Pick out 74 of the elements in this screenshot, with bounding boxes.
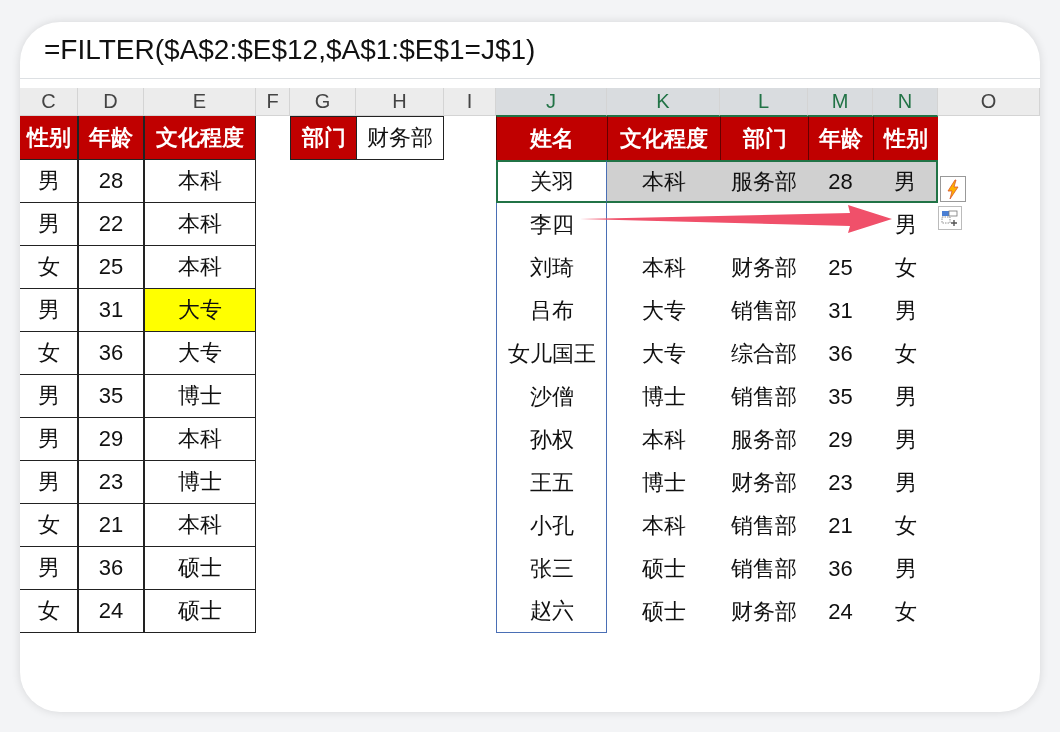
table-cell: 李四 — [496, 203, 607, 246]
table-cell: 男 — [20, 375, 78, 418]
table-cell: 吕布 — [496, 289, 607, 332]
column-header[interactable]: L — [720, 88, 808, 116]
column-header[interactable]: M — [808, 88, 873, 116]
header-cell: 年龄 — [808, 116, 873, 160]
column-header[interactable]: K — [607, 88, 720, 116]
table-cell: 大专 — [144, 332, 256, 375]
table-cell: 大专 — [144, 289, 256, 332]
table-cell: 35 — [78, 375, 144, 418]
column-header[interactable]: E — [144, 88, 256, 116]
table-cell: 服务部 — [720, 160, 808, 203]
table-cell: 张三 — [496, 547, 607, 590]
formula-bar[interactable]: =FILTER($A$2:$E$12,$A$1:$E$1=J$1) — [20, 22, 1040, 79]
criteria-label: 部门 — [290, 116, 356, 160]
table-cell: 孙权 — [496, 418, 607, 461]
column-header[interactable]: H — [356, 88, 444, 116]
table-cell: 本科 — [144, 246, 256, 289]
header-cell: 文化程度 — [607, 116, 720, 160]
header-cell: 性别 — [20, 116, 78, 160]
table-cell: 28 — [78, 160, 144, 203]
table-cell: 男 — [20, 203, 78, 246]
criteria-value: 财务部 — [356, 116, 444, 160]
table-cell: 刘琦 — [496, 246, 607, 289]
table-cell: 28 — [808, 160, 873, 203]
table-cell: 女 — [20, 332, 78, 375]
table-cell: 31 — [78, 289, 144, 332]
flash-fill-icon[interactable] — [940, 176, 966, 202]
table-cell: 博士 — [144, 461, 256, 504]
column-header[interactable]: D — [78, 88, 144, 116]
paste-options-icon[interactable] — [938, 206, 962, 230]
table-cell: 36 — [78, 547, 144, 590]
table-cell: 女儿国王 — [496, 332, 607, 375]
header-cell: 部门 — [720, 116, 808, 160]
table-cell: 女 — [20, 246, 78, 289]
table-cell: 36 — [78, 332, 144, 375]
column-header[interactable]: O — [938, 88, 1040, 116]
table-cell: 本科 — [144, 504, 256, 547]
table-cell: 本科 — [144, 203, 256, 246]
table-cell: 男 — [20, 547, 78, 590]
table-cell: 王五 — [496, 461, 607, 504]
table-cell: 硕士 — [144, 590, 256, 633]
column-header[interactable]: G — [290, 88, 356, 116]
table-cell: 本科 — [144, 160, 256, 203]
table-cell: 23 — [78, 461, 144, 504]
table-cell: 男 — [873, 160, 938, 203]
column-header[interactable]: J — [496, 88, 607, 116]
table-cell: 29 — [78, 418, 144, 461]
table-cell: 关羽 — [496, 160, 607, 203]
table-cell: 男 — [20, 160, 78, 203]
table-cell: 女 — [20, 504, 78, 547]
table-cell: 小孔 — [496, 504, 607, 547]
table-cell: 24 — [78, 590, 144, 633]
table-cell: 本科 — [607, 160, 720, 203]
column-header[interactable]: F — [256, 88, 290, 116]
column-header[interactable]: I — [444, 88, 496, 116]
table-cell: 男 — [20, 461, 78, 504]
table-cell: 本科 — [144, 418, 256, 461]
header-cell: 性别 — [873, 116, 938, 160]
column-header[interactable]: C — [20, 88, 78, 116]
table-cell: 硕士 — [144, 547, 256, 590]
table-cell: 21 — [78, 504, 144, 547]
table-cell: 男 — [20, 418, 78, 461]
header-cell: 年龄 — [78, 116, 144, 160]
table-cell: 男 — [20, 289, 78, 332]
table-cell: 赵六 — [496, 590, 607, 633]
table-cell: 25 — [78, 246, 144, 289]
table-cell: 女 — [20, 590, 78, 633]
column-header[interactable]: N — [873, 88, 938, 116]
table-cell: 22 — [78, 203, 144, 246]
header-cell: 文化程度 — [144, 116, 256, 160]
table-cell: 博士 — [144, 375, 256, 418]
table-cell: 沙僧 — [496, 375, 607, 418]
header-cell: 姓名 — [496, 116, 607, 160]
